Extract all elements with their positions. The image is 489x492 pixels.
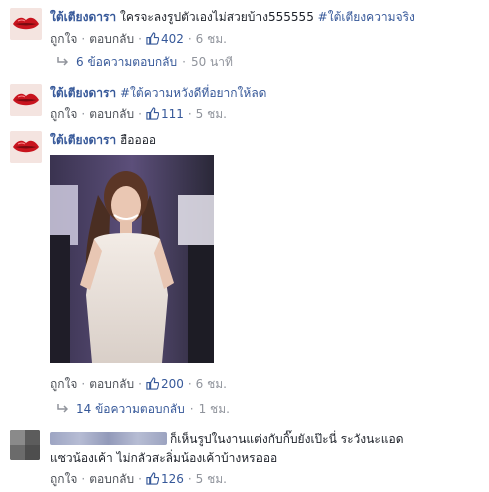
reply-arrow-icon [57,57,68,66]
like-link[interactable]: ถูกใจ [50,107,77,121]
blurred-author-name[interactable] [50,432,167,445]
view-replies-link[interactable]: 6 ข้อความตอบกลับ [76,55,177,69]
thumbs-up-icon [146,32,159,45]
thumbs-up-icon [146,377,159,390]
comment-author[interactable]: ใต้เตียงดารา [50,133,116,147]
comment-author[interactable]: ใต้เตียงดารา [50,10,116,24]
timestamp[interactable]: 6 ชม. [196,32,227,46]
view-replies-link[interactable]: 14 ข้อความตอบกลับ [76,402,185,416]
comment-1-actions: ถูกใจ · ตอบกลับ · 402 · 6 ชม. [50,32,227,46]
comment-1-replies[interactable]: 6 ข้อความตอบกลับ · 50 นาที [56,54,233,70]
avatar-blurred[interactable] [10,430,40,460]
hashtag-link[interactable]: #ใต้เตียงความจริง [318,10,415,24]
reply-link[interactable]: ตอบกลับ [89,107,134,121]
like-count[interactable]: 200 [161,377,184,391]
comment-text: ใครจะลงรูปตัวเองไม่สวยบ้าง555555 [119,10,314,24]
avatar-lips[interactable] [10,84,42,116]
reply-link[interactable]: ตอบกลับ [89,472,134,486]
comment-4-actions: ถูกใจ · ตอบกลับ · 126 · 5 ชม. [50,472,227,486]
comment-4-body: ก็เห็นรูปในงานแต่งกับกิ๊บยังเป๊ะนี่ ระวั… [50,430,404,448]
comment-4-body-line2: แซวน้องเค้า ไม่กลัวสะลิ่มน้องเค้าบ้างหรอ… [50,449,277,467]
comment-2-actions: ถูกใจ · ตอบกลับ · 111 · 5 ชม. [50,107,227,121]
reply-arrow-icon [57,404,68,413]
comment-text: ฮืออออ [119,133,157,147]
thumbs-up-icon [146,472,159,485]
comment-text-line1: ก็เห็นรูปในงานแต่งกับกิ๊บยังเป๊ะนี่ ระวั… [170,432,404,446]
timestamp[interactable]: 5 ชม. [196,107,227,121]
comment-photo[interactable] [50,155,214,363]
replies-timestamp: 50 นาที [190,55,233,69]
thumbs-up-icon [146,107,159,120]
like-count[interactable]: 111 [161,107,184,121]
like-link[interactable]: ถูกใจ [50,32,77,46]
like-count[interactable]: 126 [161,472,184,486]
comment-1-body: ใต้เตียงดารา ใครจะลงรูปตัวเองไม่สวยบ้าง5… [50,8,415,26]
avatar-lips[interactable] [10,131,42,163]
comment-text-line2: แซวน้องเค้า ไม่กลัวสะลิ่มน้องเค้าบ้างหรอ… [50,451,278,465]
avatar-lips[interactable] [10,8,42,40]
like-link[interactable]: ถูกใจ [50,472,77,486]
comment-3-actions: ถูกใจ · ตอบกลับ · 200 · 6 ชม. [50,377,227,391]
comment-3-body: ใต้เตียงดารา ฮืออออ [50,131,156,149]
timestamp[interactable]: 6 ชม. [196,377,227,391]
reply-link[interactable]: ตอบกลับ [89,32,134,46]
comment-3-replies[interactable]: 14 ข้อความตอบกลับ · 1 ชม. [56,401,230,417]
replies-timestamp: 1 ชม. [198,402,230,416]
like-link[interactable]: ถูกใจ [50,377,77,391]
comment-2-body: ใต้เตียงดารา #ใต้ความหวังดีที่อยากให้ลด [50,84,266,102]
hashtag-link[interactable]: #ใต้ความหวังดีที่อยากให้ลด [120,86,267,100]
reply-link[interactable]: ตอบกลับ [89,377,134,391]
like-count[interactable]: 402 [161,32,184,46]
timestamp[interactable]: 5 ชม. [196,472,227,486]
comment-author[interactable]: ใต้เตียงดารา [50,86,116,100]
